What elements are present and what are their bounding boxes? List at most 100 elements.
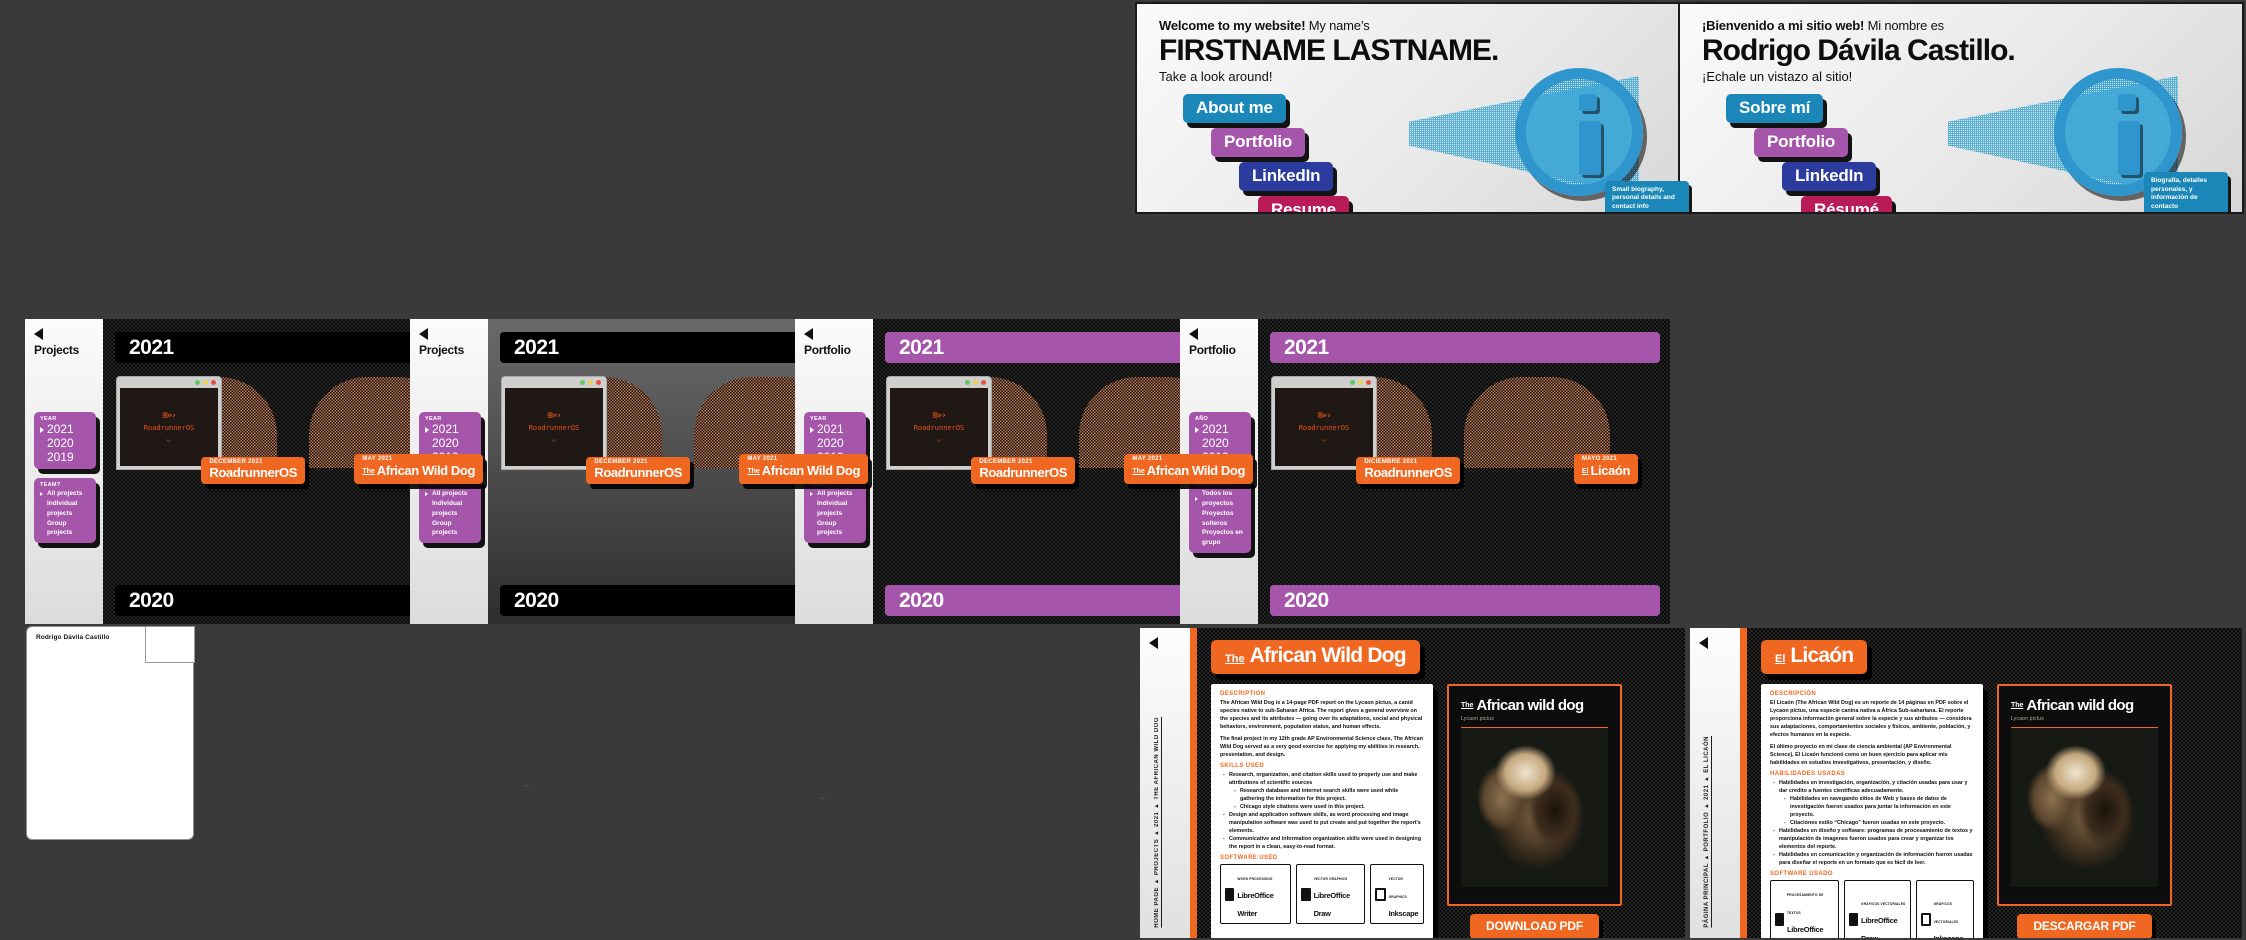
filter-option-team-all[interactable]: Todos los proyectos: [1195, 489, 1245, 509]
nav-button-linkedin-es[interactable]: LinkedIn: [1782, 161, 1877, 191]
traffic-light-red-icon: [596, 380, 601, 385]
document-icon: [1775, 912, 1784, 926]
filter-option-team-individual[interactable]: Individual projects: [810, 499, 860, 519]
filter-head-team: TEAM?: [40, 482, 61, 489]
traffic-light-green-icon: [580, 380, 585, 385]
filter-card-team: TEAM? All projects Individual projects G…: [34, 478, 96, 544]
roadrunner-bird-icon: ≡»›: [162, 411, 176, 421]
terminal-logo-text: RoadrunnerOS: [913, 424, 965, 432]
download-pdf-button[interactable]: DOWNLOAD PDF: [1470, 914, 1599, 938]
filter-option-year-2021[interactable]: 2021: [1195, 422, 1245, 437]
card-title-prefix: The: [1132, 468, 1145, 475]
home-nav-buttons-es: Sobre mí Portfolio LinkedIn Résumé: [1702, 93, 2242, 212]
nav-button-resume[interactable]: Resume: [1258, 195, 1349, 212]
software-chip-text: GRÁFICOS VECTORIALES LibreOffice Draw: [1861, 892, 1906, 938]
page-title: El Licaón: [1761, 640, 1868, 674]
software-chip-row: WORD PROCESSING LibreOffice Writer VECTO…: [1220, 864, 1424, 924]
pdf-cover-title: African wild dog: [1476, 697, 1584, 714]
traffic-light-yellow-icon: [203, 380, 208, 385]
skill-item: Design and application software skills, …: [1220, 811, 1424, 835]
terminal-window-icon: ≡»› RoadrunnerOS ◡: [117, 377, 221, 469]
terminal-cursor-icon: ◡: [936, 435, 942, 443]
home-page-spanish: ¡Bienvenido a mi sitio web! Mi nombre es…: [1678, 2, 2244, 214]
skill-item: Citaciónes estilo “Chicago” fueron usada…: [1770, 819, 1974, 827]
page-title-prefix: The: [1225, 653, 1245, 665]
breadcrumb[interactable]: HOME PAGE ▸ PROJECTS ▸ 2021 ▸ THE AFRICA…: [1153, 717, 1160, 928]
software-chip-text: VECTOR GRAPHICS Inkscape: [1389, 867, 1419, 921]
filter-option-team-all[interactable]: All projects: [810, 489, 860, 499]
project-card-list: ≡»› RoadrunnerOS ◡ DICIEMBRE 2021 Roadru…: [1272, 377, 1638, 484]
terminal-screen: ≡»› RoadrunnerOS ◡: [890, 388, 988, 466]
pdf-cover-subtitle: Lycaon pictus: [1461, 716, 1494, 722]
back-arrow-icon[interactable]: [34, 328, 43, 340]
filter-option-year-2021[interactable]: 2021: [425, 422, 475, 437]
card-title-prefix: The: [362, 468, 375, 475]
software-chip-text: VECTOR GRAPHICS LibreOffice Draw: [1314, 867, 1361, 921]
filter-option-year-2020[interactable]: 2020: [810, 436, 860, 451]
nav-button-resume-es[interactable]: Résumé: [1801, 195, 1892, 212]
card-tag: MAY 2021 The African Wild Dog: [354, 454, 483, 484]
software-name: LibreOffice Writer: [1237, 891, 1274, 918]
back-arrow-icon[interactable]: [1189, 328, 1198, 340]
project-card-roadrunneros[interactable]: ≡»› RoadrunnerOS ◡ DICIEMBRE 2021 Roadru…: [1272, 377, 1460, 484]
pdf-cover-photo: [1461, 727, 1608, 887]
filter-option-team-all[interactable]: All projects: [425, 489, 475, 499]
filter-option-team-group[interactable]: Group projects: [40, 519, 90, 539]
card-tag: MAY 2021 The African Wild Dog: [1124, 454, 1253, 484]
project-card-roadrunneros[interactable]: ≡»› RoadrunnerOS ◡ DECEMBER 2021 Roadrun…: [502, 377, 690, 484]
card-title: African Wild Dog: [376, 463, 476, 478]
project-card-list: ≡»› RoadrunnerOS ◡ DECEMBER 2021 Roadrun…: [117, 377, 483, 484]
filter-option-team-individual[interactable]: Individual projects: [425, 499, 475, 519]
project-card-roadrunneros[interactable]: ≡»› RoadrunnerOS ◡ DECEMBER 2021 Roadrun…: [117, 377, 305, 484]
filter-option-team-group[interactable]: Group projects: [425, 519, 475, 539]
terminal-titlebar: [1272, 377, 1376, 388]
project-card-roadrunneros[interactable]: ≡»› RoadrunnerOS ◡ DECEMBER 2021 Roadrun…: [887, 377, 1075, 484]
download-pdf-button[interactable]: DESCARGAR PDF: [2017, 914, 2152, 938]
back-arrow-icon[interactable]: [1699, 637, 1708, 649]
project-card-licaon[interactable]: MAYO 2021 El Licaón: [1450, 377, 1638, 484]
filter-option-team-group[interactable]: Group projects: [810, 519, 860, 539]
pdf-cover-preview[interactable]: The African wild dog Lycaon pictus: [1997, 684, 2172, 906]
document-icon: [1301, 887, 1311, 901]
software-chip-libreoffice-draw: GRÁFICOS VECTORIALES LibreOffice Draw: [1844, 880, 1912, 938]
software-kind: WORD PROCESSING: [1237, 877, 1273, 881]
browse-panel-portfolio-spanish: Portfolio AÑO 2021 2020 2019 EN EQUIPO? …: [1180, 319, 1670, 624]
nav-button-linkedin[interactable]: LinkedIn: [1239, 161, 1334, 191]
filter-option-year-2021[interactable]: 2021: [810, 422, 860, 437]
card-tag: DECEMBER 2021 RoadrunnerOS: [201, 457, 305, 484]
filter-option-team-individual[interactable]: Proyectos solteros: [1195, 509, 1245, 529]
detail-page-english: HOME PAGE ▸ PROJECTS ▸ 2021 ▸ THE AFRICA…: [1140, 628, 1685, 938]
terminal-window-icon: ≡»› RoadrunnerOS ◡: [1272, 377, 1376, 469]
browse-filters: YEAR 2021 2020 2019 TEAM? All projects I…: [34, 412, 96, 544]
card-title: RoadrunnerOS: [979, 465, 1067, 480]
filter-option-year-2020[interactable]: 2020: [40, 436, 90, 451]
filter-option-year-2020[interactable]: 2020: [425, 436, 475, 451]
back-arrow-icon[interactable]: [804, 328, 813, 340]
filter-option-team-all[interactable]: All projects: [40, 489, 90, 499]
description-heading: DESCRIPTION: [1220, 691, 1266, 697]
home-welcome-line: Welcome to my website! My name’s: [1159, 18, 1703, 33]
back-arrow-icon[interactable]: [1149, 637, 1158, 649]
software-heading: SOFTWARE USADO: [1770, 871, 1833, 877]
detail-text-card: DESCRIPTION The African Wild Dog is a 14…: [1211, 684, 1433, 938]
roadrunner-bird-icon: ≡»›: [932, 411, 946, 421]
breadcrumb[interactable]: PÁGINA PRINCIPAL ▸ PORTFOLIO ▸ 2021 ▸ EL…: [1703, 736, 1710, 928]
blank-document-tab[interactable]: [145, 626, 195, 663]
document-icon: [1225, 887, 1235, 901]
filter-option-year-2019[interactable]: 2019: [40, 450, 90, 465]
back-arrow-icon[interactable]: [419, 328, 428, 340]
nav-button-sobre-mi[interactable]: Sobre mí: [1726, 93, 1824, 123]
filter-option-year-2021[interactable]: 2021: [40, 422, 90, 437]
pdf-cover-preview[interactable]: The African wild dog Lycaon pictus: [1447, 684, 1622, 906]
page-title-prefix: El: [1775, 653, 1786, 665]
filter-option-year-2020[interactable]: 2020: [1195, 436, 1245, 451]
software-heading: SOFTWARE USED: [1220, 855, 1278, 861]
detail-text-card: DESCRIPCIÓN El Licaón (The African Wild …: [1761, 684, 1983, 938]
filter-option-team-group[interactable]: Proyectos en grupo: [1195, 528, 1245, 548]
software-kind: GRÁFICOS VECTORIALES: [1933, 902, 1959, 924]
nav-button-about-me[interactable]: About me: [1183, 93, 1286, 123]
filter-option-team-individual[interactable]: Individual projects: [40, 499, 90, 519]
nav-button-portfolio[interactable]: Portfolio: [1211, 127, 1306, 157]
terminal-screen: ≡»› RoadrunnerOS ◡: [505, 388, 603, 466]
nav-button-portfolio-es[interactable]: Portfolio: [1754, 127, 1849, 157]
